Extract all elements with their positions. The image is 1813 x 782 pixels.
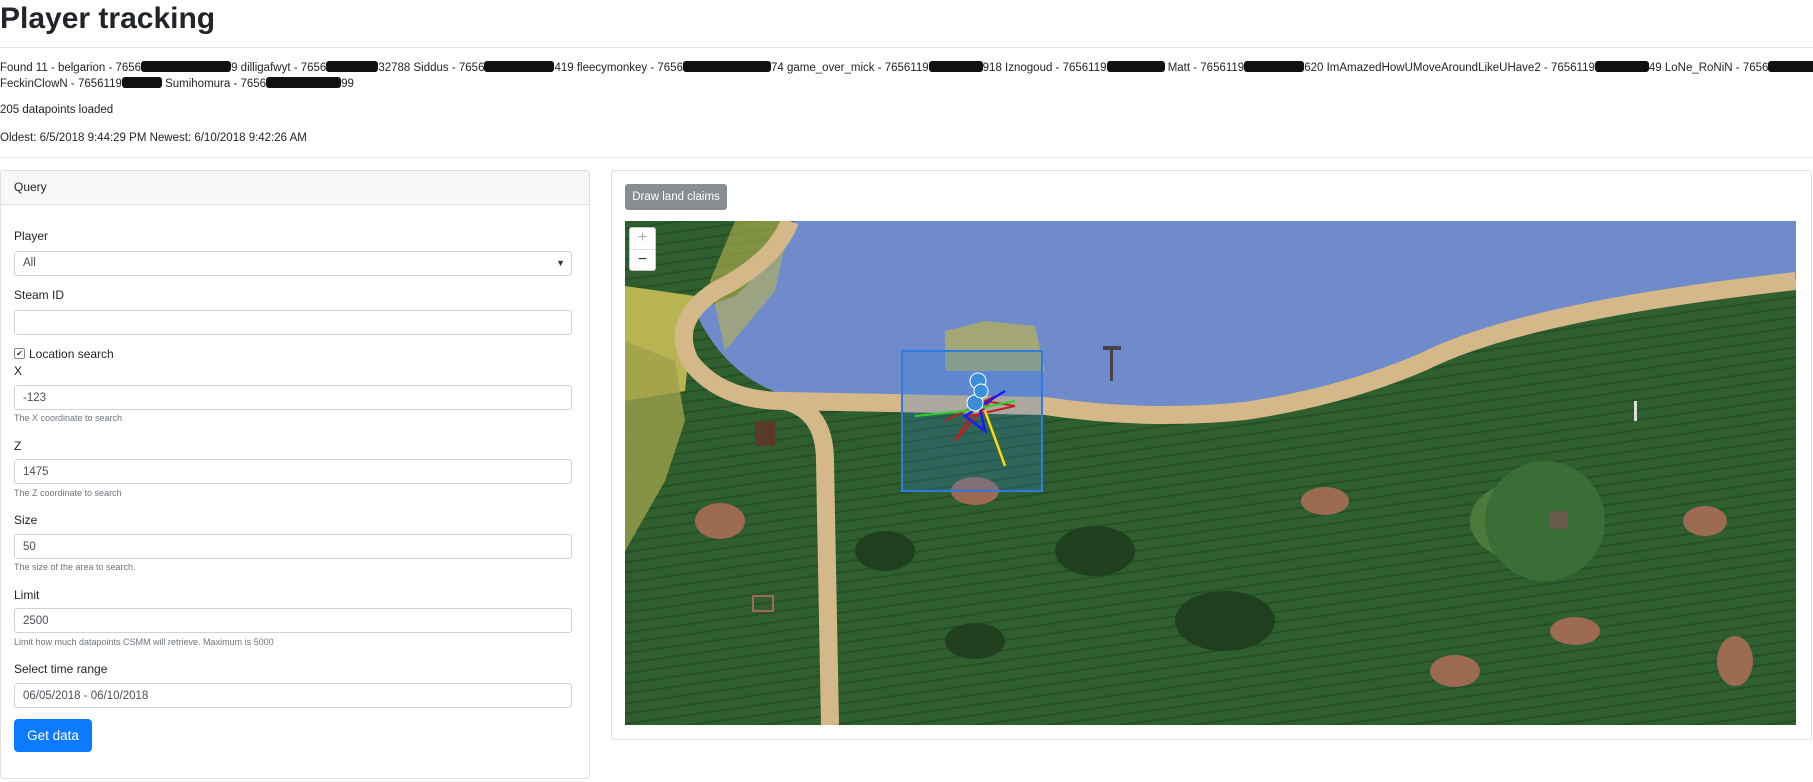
found-text: 74 game_over_mick - 7656119 [770, 62, 929, 74]
tree-cluster [855, 531, 915, 571]
tree-cluster [945, 623, 1005, 659]
redaction [1594, 61, 1649, 72]
redaction [326, 61, 379, 72]
found-text: 620 ImAmazedHowUMoveAroundLikeUHave2 - 7… [1304, 62, 1595, 74]
found-text: 32788 Siddus - 7656 [378, 62, 485, 74]
limit-help-text: Limit how much datapoints CSMM will retr… [14, 637, 274, 647]
found-text: 99 [341, 78, 354, 90]
found-text: 9 dilligafwyt - 7656 [231, 62, 327, 74]
redaction [928, 61, 983, 72]
size-input[interactable] [14, 534, 572, 559]
structure [1550, 511, 1568, 529]
location-search-label: Location search [29, 347, 114, 361]
players-found-line-2: FeckinClowN - 7656119 Sumihomura - 7656 9… [0, 77, 354, 90]
redaction [141, 61, 232, 72]
tree-cluster [1055, 526, 1135, 576]
size-label: Size [14, 513, 38, 527]
zoom-out-button[interactable]: − [630, 250, 655, 271]
divider [0, 157, 1813, 158]
time-range-info: Oldest: 6/5/2018 9:44:29 PM Newest: 6/10… [0, 132, 307, 144]
dropdown-caret-icon: ▼ [556, 258, 565, 268]
structure [1110, 346, 1113, 381]
z-help-text: The Z coordinate to search [14, 488, 122, 498]
found-text: FeckinClowN - 7656119 [0, 78, 122, 90]
found-text: Found 11 - belgarion - 7656 [0, 62, 142, 74]
redaction [682, 61, 771, 72]
steam-id-input[interactable] [14, 310, 572, 335]
time-range-label: Select time range [14, 662, 108, 676]
divider [0, 47, 1813, 48]
dirt-patch [1301, 487, 1349, 515]
draw-land-claims-button[interactable]: Draw land claims [625, 184, 727, 210]
limit-label: Limit [14, 588, 40, 602]
redaction [484, 61, 555, 72]
tree-cluster [1175, 591, 1275, 651]
structure [1103, 346, 1121, 350]
limit-input[interactable] [14, 608, 572, 633]
redaction [1768, 61, 1813, 72]
time-range-input[interactable] [14, 683, 572, 708]
z-coordinate-input[interactable] [14, 459, 572, 484]
redaction [266, 77, 342, 88]
redaction [1244, 61, 1305, 72]
found-text: 918 Iznogoud - 7656119 [982, 62, 1107, 74]
steam-id-label: Steam ID [14, 288, 65, 302]
found-text: 49 LoNe_RoNiN - 7656 [1648, 62, 1769, 74]
player-select[interactable]: All ▼ [14, 251, 572, 276]
location-search-checkbox[interactable]: ✔ [14, 348, 25, 359]
zoom-in-button[interactable]: + [630, 228, 655, 250]
structure [1634, 401, 1637, 421]
x-coordinate-input[interactable] [14, 385, 572, 410]
zoom-control: + − [629, 227, 656, 271]
get-data-button[interactable]: Get data [14, 719, 92, 752]
page-title: Player tracking [0, 2, 216, 35]
player-select-value: All [23, 257, 36, 269]
map-terrain [625, 221, 1796, 725]
dirt-patch [1430, 655, 1480, 687]
z-label: Z [14, 439, 22, 453]
structure [755, 421, 775, 446]
dirt-patch [1550, 617, 1600, 645]
redaction [1106, 61, 1165, 72]
dirt-patch [695, 503, 745, 539]
players-found-line: Found 11 - belgarion - 7656 9 dilligafwyt… [0, 61, 1813, 74]
size-help-text: The size of the area to search. [14, 562, 136, 572]
found-text: Matt - 7656119 [1167, 62, 1245, 74]
redaction [121, 77, 162, 88]
dirt-patch [1717, 636, 1753, 686]
x-label: X [14, 364, 23, 378]
x-help-text: The X coordinate to search [14, 413, 123, 423]
dirt-patch [1683, 506, 1727, 536]
map-view[interactable]: + − [625, 221, 1796, 725]
player-label: Player [14, 229, 49, 243]
circular-clearing [1485, 461, 1605, 581]
found-text: 419 fleecymonkey - 7656 [554, 62, 683, 74]
found-text: Sumihomura - 7656 [165, 78, 267, 90]
datapoints-count: 205 datapoints loaded [0, 104, 114, 116]
player-marker[interactable] [973, 383, 989, 399]
query-card-header: Query [1, 171, 589, 205]
